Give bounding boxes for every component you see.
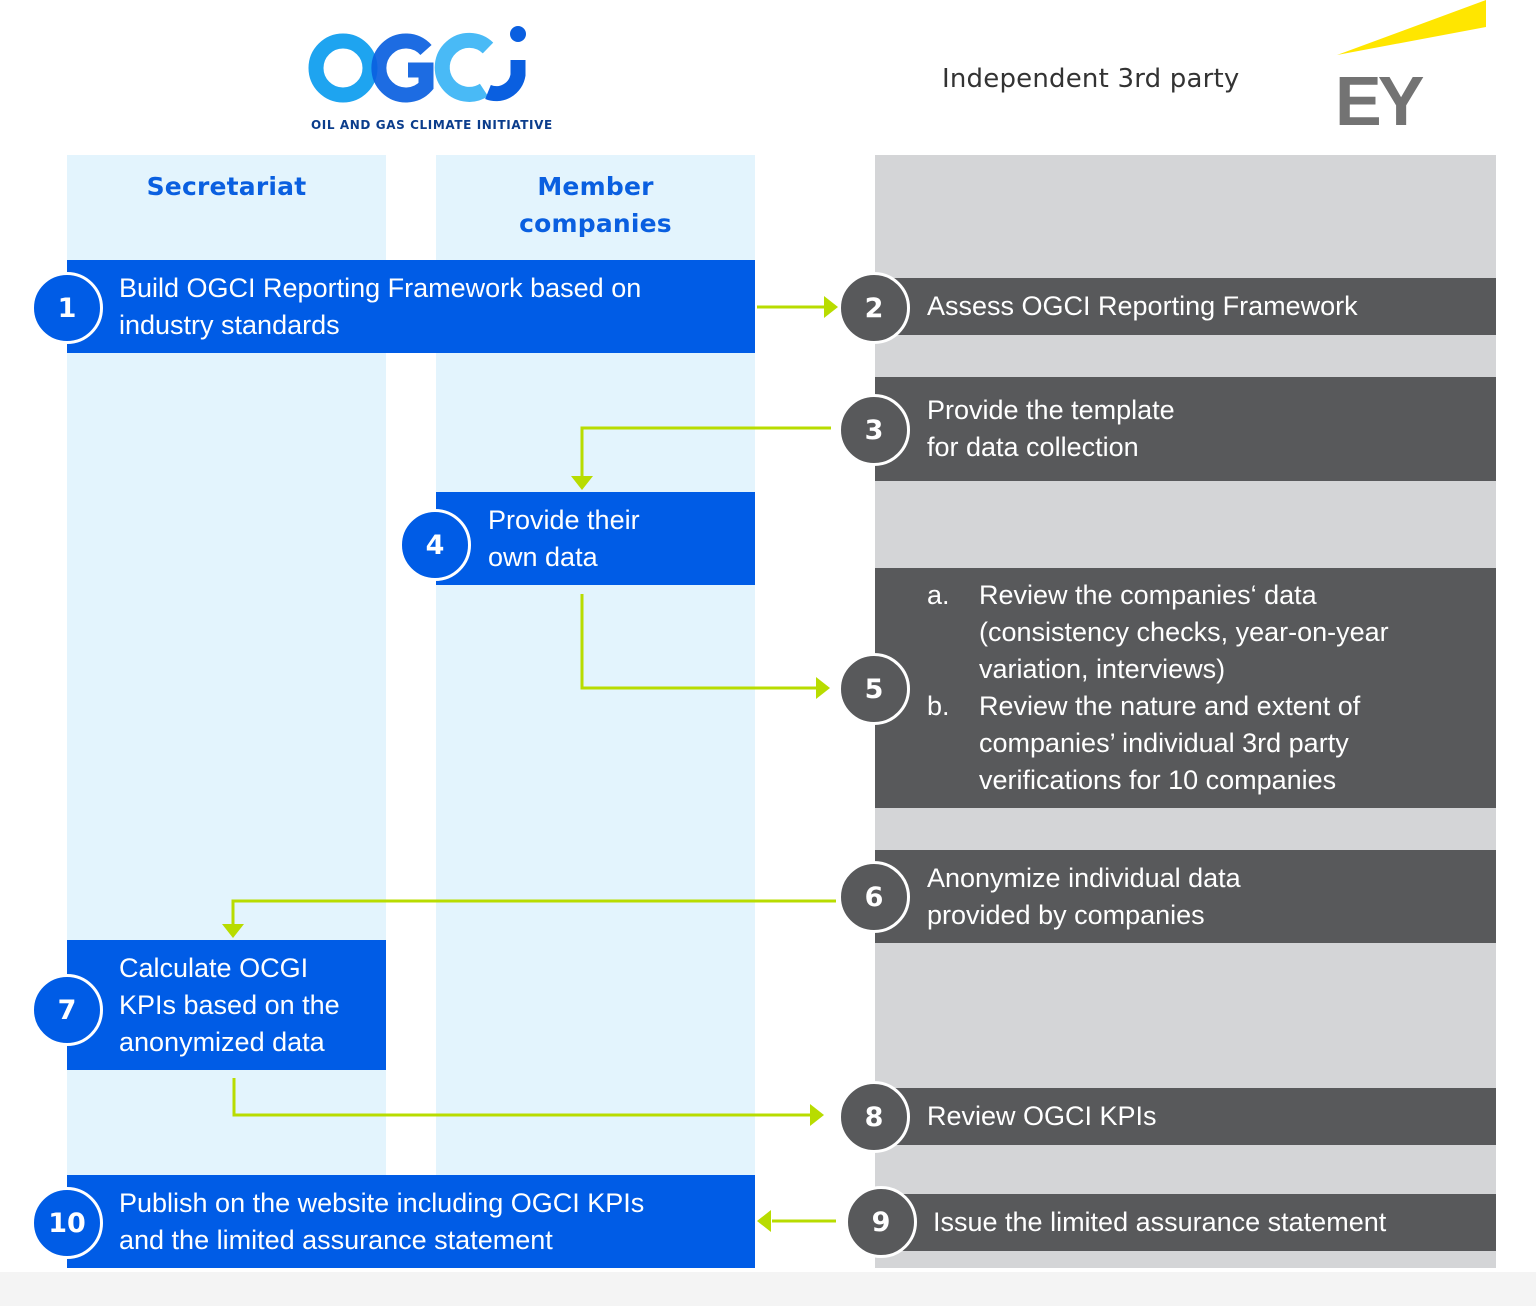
- step-5-item-a-marker: a.: [927, 580, 950, 610]
- ey-logo-text: EY: [1335, 62, 1424, 130]
- step-10-badge: 10: [31, 1187, 103, 1259]
- step-3-number: 3: [864, 414, 884, 446]
- step-2-number: 2: [864, 292, 884, 324]
- step-7-text: Calculate OCGI KPIs based on the anonymi…: [119, 952, 340, 1057]
- step-5-number: 5: [864, 673, 884, 705]
- step-4-text: Provide their own data: [488, 504, 640, 572]
- step-9-box: Issue the limited assurance statement: [875, 1194, 1496, 1251]
- arrowhead-1-to-2: [824, 296, 838, 318]
- step-5-item-a-text: Review the companies‘ data (consistency …: [979, 580, 1389, 684]
- step-6-box: Anonymize individual data provided by co…: [875, 850, 1496, 943]
- arrowhead-4-to-5: [816, 677, 830, 699]
- step-2-box: Assess OGCI Reporting Framework: [875, 278, 1496, 335]
- step-5-box: a. Review the companies‘ data (consisten…: [875, 568, 1496, 808]
- step-8-badge: 8: [838, 1081, 910, 1153]
- step-5-item-b-marker: b.: [927, 691, 950, 721]
- step-1-number: 1: [57, 292, 77, 324]
- step-5-item-b-text: Review the nature and extent of companie…: [979, 691, 1361, 795]
- step-6-text: Anonymize individual data provided by co…: [927, 862, 1241, 930]
- step-10-text: Publish on the website including OGCI KP…: [119, 1187, 645, 1255]
- step-1-box: Build OGCI Reporting Framework based on …: [67, 260, 755, 353]
- independent-third-party-label: Independent 3rd party: [942, 64, 1240, 94]
- step-4-number: 4: [425, 529, 445, 561]
- arrowhead-9-to-10: [757, 1210, 771, 1232]
- step-1-text: Build OGCI Reporting Framework based on …: [119, 272, 642, 340]
- step-7-badge: 7: [31, 974, 103, 1046]
- step-6-number: 6: [864, 881, 884, 913]
- step-4-badge: 4: [399, 509, 471, 581]
- arrowhead-7-to-8: [810, 1104, 824, 1126]
- step-9-number: 9: [871, 1206, 891, 1238]
- step-8-text: Review OGCI KPIs: [927, 1101, 1157, 1131]
- ey-logo: EY: [1335, 0, 1486, 130]
- step-5-list: a. Review the companies‘ data (consisten…: [927, 577, 1389, 799]
- step-2-badge: 2: [838, 272, 910, 344]
- step-1-badge: 1: [31, 272, 103, 344]
- step-2-text: Assess OGCI Reporting Framework: [927, 291, 1358, 321]
- step-6-badge: 6: [838, 861, 910, 933]
- lane-title-secretariat: Secretariat: [146, 172, 307, 201]
- step-10-number: 10: [48, 1207, 86, 1239]
- ogci-subtitle: OIL AND GAS CLIMATE INITIATIVE: [311, 118, 553, 132]
- step-3-text: Provide the template for data collection: [927, 395, 1175, 462]
- step-9-badge: 9: [845, 1186, 917, 1258]
- step-4-box: Provide their own data: [436, 492, 755, 585]
- ey-beam-icon: [1337, 0, 1486, 55]
- footer-band: [0, 1272, 1536, 1306]
- lane-title-member-companies: Member companies: [519, 172, 672, 238]
- step-8-number: 8: [864, 1101, 884, 1133]
- step-7-number: 7: [57, 994, 77, 1026]
- step-7-box: Calculate OCGI KPIs based on the anonymi…: [67, 940, 386, 1070]
- step-8-box: Review OGCI KPIs: [875, 1088, 1496, 1145]
- step-3-box: Provide the template for data collection: [875, 377, 1496, 481]
- step-3-badge: 3: [838, 394, 910, 466]
- step-9-text: Issue the limited assurance statement: [933, 1207, 1387, 1237]
- step-10-box: Publish on the website including OGCI KP…: [67, 1175, 755, 1268]
- step-5-badge: 5: [838, 653, 910, 725]
